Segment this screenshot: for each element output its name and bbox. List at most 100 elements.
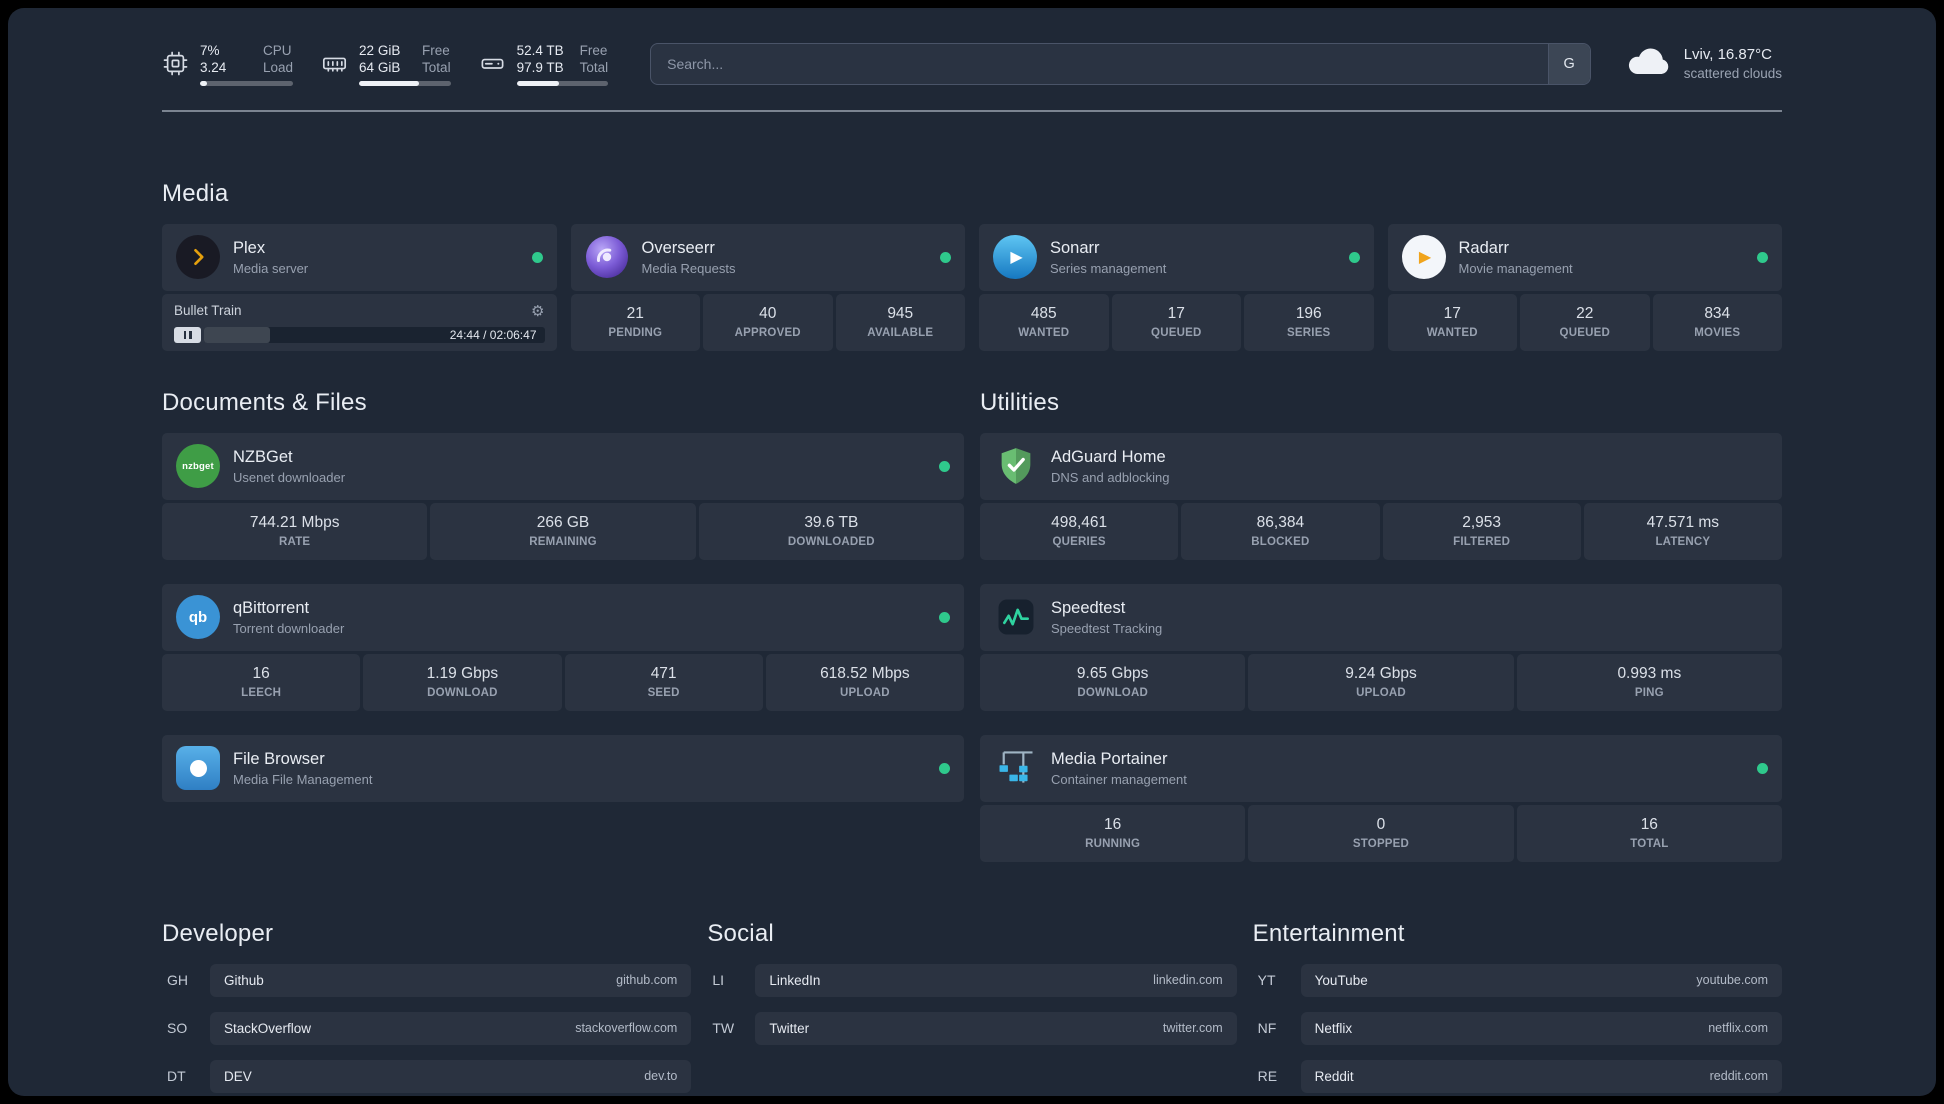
stat-label: SEED bbox=[647, 687, 680, 699]
service-stats: 16 RUNNING 0 STOPPED 16 TOTAL bbox=[980, 804, 1782, 862]
service-title-block: Plex Media server bbox=[233, 239, 308, 276]
bookmark-github[interactable]: GH Github github.com bbox=[162, 963, 692, 997]
stat-block: 17 WANTED bbox=[1387, 293, 1517, 351]
bookmark-twitter[interactable]: TW Twitter twitter.com bbox=[707, 1011, 1237, 1045]
service-stats: 498,461 QUERIES 86,384 BLOCKED 2,953 FILTER… bbox=[980, 502, 1782, 560]
bookmark-url: github.com bbox=[616, 973, 678, 987]
stat-block: 16 RUNNING bbox=[980, 804, 1246, 862]
service-card-sonarr: ▶ Sonarr Series management 485 WANTED 17 Q… bbox=[979, 223, 1374, 351]
header-divider bbox=[162, 109, 1782, 112]
middle-columns: Documents & Files nzbget NZBGet Usenet d… bbox=[162, 389, 1782, 862]
service-link-sonarr[interactable]: ▶ Sonarr Series management bbox=[979, 223, 1374, 291]
service-link-radarr[interactable]: ▶ Radarr Movie management bbox=[1387, 223, 1782, 291]
service-desc: Media Requests bbox=[641, 260, 736, 276]
bookmark-link[interactable]: YouTube youtube.com bbox=[1300, 963, 1782, 997]
service-card-radarr: ▶ Radarr Movie management 17 WANTED 22 QUE… bbox=[1387, 223, 1782, 351]
section-utilities: Utilities AdGuard Home DNS and adblockin… bbox=[980, 389, 1782, 862]
service-name: Speedtest bbox=[1051, 598, 1126, 617]
section-title-utilities: Utilities bbox=[980, 388, 1060, 416]
service-link-portainer[interactable]: Media Portainer Container management bbox=[980, 734, 1782, 802]
service-card-nzbget: nzbget NZBGet Usenet downloader 744.21 M… bbox=[162, 432, 964, 560]
stat-label: RUNNING bbox=[1085, 838, 1141, 850]
cpu-label: CPU bbox=[263, 43, 292, 58]
stat-value: 834 bbox=[1704, 305, 1731, 322]
plex-icon bbox=[176, 235, 220, 279]
bookmark-linkedin[interactable]: LI LinkedIn linkedin.com bbox=[707, 963, 1237, 997]
bookmark-dev[interactable]: DT DEV dev.to bbox=[162, 1059, 692, 1093]
service-link-plex[interactable]: Plex Media server bbox=[162, 223, 557, 291]
bookmark-stackoverflow[interactable]: SO StackOverflow stackoverflow.com bbox=[162, 1011, 692, 1045]
disk-readout: 52.4 TB Free 97.9 TB Total bbox=[516, 42, 609, 86]
service-title-block: Overseerr Media Requests bbox=[642, 239, 736, 276]
service-stats: 21 PENDING 40 APPROVED 945 AVAILABLE bbox=[570, 293, 965, 351]
service-link-speedtest[interactable]: Speedtest Speedtest Tracking bbox=[980, 583, 1782, 651]
service-title-block: AdGuard Home DNS and adblocking bbox=[1051, 448, 1170, 485]
stat-value: 47.571 ms bbox=[1646, 514, 1720, 531]
adguard-shield-icon bbox=[994, 444, 1038, 488]
service-link-qbittorrent[interactable]: qb qBittorrent Torrent downloader bbox=[162, 583, 964, 651]
service-link-adguard[interactable]: AdGuard Home DNS and adblocking bbox=[980, 432, 1782, 500]
cpu-widget: 7% CPU 3.24 Load bbox=[162, 42, 294, 86]
stat-label: SERIES bbox=[1287, 327, 1331, 339]
bookmark-link[interactable]: Twitter twitter.com bbox=[755, 1011, 1237, 1045]
stat-value: 266 GB bbox=[536, 514, 590, 531]
service-desc: Container management bbox=[1051, 771, 1187, 787]
service-title-block: NZBGet Usenet downloader bbox=[233, 448, 345, 485]
stat-block: 17 QUEUED bbox=[1111, 293, 1241, 351]
stat-label: RATE bbox=[279, 536, 311, 548]
weather-location-temp: Lviv, 16.87°C bbox=[1683, 46, 1772, 64]
gear-icon[interactable]: ⚙ bbox=[531, 302, 544, 320]
bookmark-reddit[interactable]: RE Reddit reddit.com bbox=[1253, 1059, 1782, 1093]
now-playing-title: Bullet Train bbox=[174, 303, 242, 318]
stat-block: 498,461 QUERIES bbox=[980, 502, 1179, 560]
disk-free-label: Free bbox=[579, 43, 608, 58]
stat-label: UPLOAD bbox=[1356, 687, 1406, 699]
bookmark-url: netflix.com bbox=[1708, 1021, 1768, 1035]
bookmark-link[interactable]: LinkedIn linkedin.com bbox=[755, 963, 1237, 997]
section-title-entertainment: Entertainment bbox=[1252, 919, 1405, 947]
bookmark-link[interactable]: DEV dev.to bbox=[210, 1059, 692, 1093]
stat-value: 1.19 Gbps bbox=[426, 665, 499, 682]
bookmark-link[interactable]: Github github.com bbox=[210, 963, 692, 997]
bookmark-abbr: YT bbox=[1257, 972, 1276, 988]
service-desc: Usenet downloader bbox=[233, 469, 346, 485]
service-title-block: Media Portainer Container management bbox=[1051, 750, 1187, 787]
service-link-filebrowser[interactable]: File Browser Media File Management bbox=[162, 734, 964, 802]
stat-value: 9.65 Gbps bbox=[1076, 665, 1149, 682]
service-name: Media Portainer bbox=[1051, 749, 1168, 768]
bookmark-abbr: TW bbox=[712, 1020, 735, 1036]
memory-total-label: Total bbox=[422, 60, 451, 75]
service-link-overseerr[interactable]: Overseerr Media Requests bbox=[570, 223, 965, 291]
bookmark-youtube[interactable]: YT YouTube youtube.com bbox=[1253, 963, 1782, 997]
bookmark-link[interactable]: Reddit reddit.com bbox=[1300, 1059, 1782, 1093]
disk-free: 52.4 TB bbox=[516, 43, 564, 58]
stat-label: STOPPED bbox=[1352, 838, 1410, 850]
service-stats: 485 WANTED 17 QUEUED 196 SERIES bbox=[979, 293, 1374, 351]
service-name: Overseerr bbox=[641, 238, 715, 257]
status-dot bbox=[939, 611, 950, 623]
search-input[interactable] bbox=[650, 42, 1591, 85]
stat-value: 498,461 bbox=[1051, 514, 1108, 531]
bookmark-netflix[interactable]: NF Netflix netflix.com bbox=[1253, 1011, 1782, 1045]
stat-block: 47.571 ms LATENCY bbox=[1583, 502, 1782, 560]
service-link-nzbget[interactable]: nzbget NZBGet Usenet downloader bbox=[162, 432, 964, 500]
pause-icon[interactable] bbox=[174, 326, 201, 343]
search-provider-button[interactable]: G bbox=[1547, 43, 1590, 84]
stat-label: DOWNLOADED bbox=[787, 536, 875, 548]
bookmark-name: Reddit bbox=[1314, 1068, 1354, 1084]
disk-total: 97.9 TB bbox=[516, 60, 564, 75]
bookmark-link[interactable]: StackOverflow stackoverflow.com bbox=[210, 1011, 692, 1045]
cpu-percent: 7% bbox=[200, 43, 220, 58]
disk-total-label: Total bbox=[579, 60, 609, 75]
bookmark-link[interactable]: Netflix netflix.com bbox=[1300, 1011, 1782, 1045]
bookmark-url: dev.to bbox=[644, 1069, 678, 1083]
stat-label: AVAILABLE bbox=[867, 327, 934, 339]
stat-label: DOWNLOAD bbox=[1077, 687, 1148, 699]
service-stats: 17 WANTED 22 QUEUED 834 MOVIES bbox=[1387, 293, 1782, 351]
speedtest-icon bbox=[994, 595, 1038, 639]
memory-widget: 22 GiB Free 64 GiB Total bbox=[321, 42, 451, 86]
stat-label: PENDING bbox=[608, 327, 663, 339]
service-card-filebrowser: File Browser Media File Management bbox=[162, 734, 964, 802]
service-name: Sonarr bbox=[1050, 238, 1100, 257]
stat-value: 16 bbox=[1640, 816, 1658, 833]
